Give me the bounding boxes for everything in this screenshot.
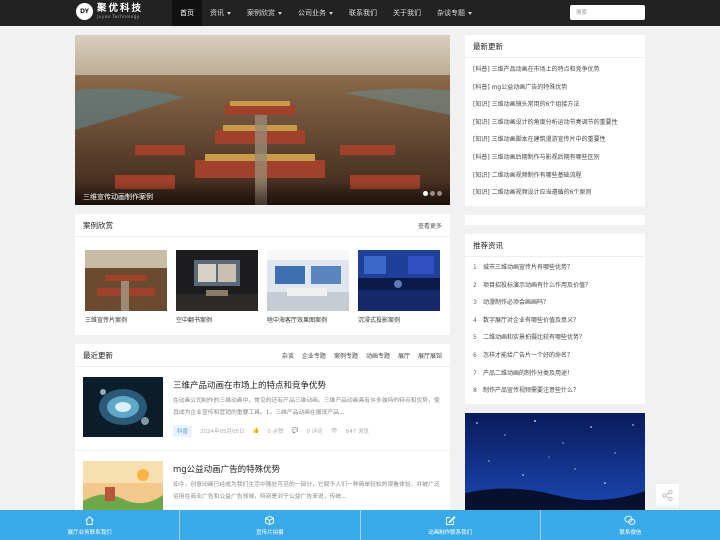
list-item[interactable]: 4 数字展厅对企业有哪些价值及意义？: [473, 312, 637, 330]
latest-list: [科普] 三维产品动画在市场上的特点和竞争优势 [科普] mg公益动画广告的特殊…: [465, 58, 645, 202]
home-icon: [85, 515, 94, 525]
category-tabs: 杂谈 企业专题 案例专题 动画专题 展厅 展厅展馆: [282, 351, 442, 360]
carousel-dots: [423, 191, 442, 196]
sidebar-divider-panel: [465, 215, 645, 225]
carousel-dot[interactable]: [437, 191, 442, 196]
brand-tagline: Juyou Technology: [97, 14, 140, 19]
search-input[interactable]: [570, 5, 645, 20]
list-item[interactable]: [科普] mg公益动画广告的特殊优势: [473, 79, 637, 97]
banner-carousel[interactable]: 三维宣传动画制作案例: [75, 35, 450, 205]
caret-down-icon: [468, 11, 472, 15]
case-card[interactable]: 啥中海客厅效果图案例: [267, 250, 349, 324]
case-card[interactable]: 三维宣传片案例: [85, 250, 167, 324]
post-tag[interactable]: 科普: [173, 425, 193, 437]
post-comments: 0 评论: [306, 429, 323, 435]
logo-mark-icon: DY: [76, 3, 93, 20]
cases-title: 案例欣赏: [83, 220, 113, 230]
post-likes: 0 点赞: [267, 429, 284, 435]
list-item[interactable]: [知识] 三维动画镜头常用的6个组接方法: [473, 96, 637, 114]
cases-panel: 案例欣赏 查看更多 三维宣传片案例 空中翻书案例 啥中海客厅效果图案例 沉浸式投…: [75, 214, 450, 335]
starry-sky-image: [465, 413, 645, 513]
tab-exhibition-hall[interactable]: 展厅展馆: [418, 351, 442, 360]
list-item[interactable]: 3 动漫制作必须会画画吗？: [473, 294, 637, 312]
brand-name: 聚优科技: [97, 3, 144, 14]
nav-item-news[interactable]: 资讯: [202, 0, 239, 26]
nav-item-business[interactable]: 公司业务: [290, 0, 341, 26]
tab-zatan[interactable]: 杂谈: [282, 351, 294, 360]
case-thumbnail: [85, 250, 167, 311]
list-item[interactable]: 7 产品二维动画的制作分类及用途！: [473, 365, 637, 383]
post-title[interactable]: 三维产品动画在市场上的特点和竞争优势: [173, 379, 442, 391]
recommend-title: 推荐资讯: [473, 240, 503, 250]
post-date: 2024年05月05日: [200, 429, 245, 435]
case-card[interactable]: 沉浸式投影案例: [358, 250, 440, 324]
recent-panel: 最近更新 杂谈 企业专题 案例专题 动画专题 展厅 展厅展馆 三维产品动画在市场…: [75, 344, 450, 514]
tab-exhibition[interactable]: 展厅: [398, 351, 410, 360]
top-navbar: DY 聚优科技 Juyou Technology 首页 资讯 案例欣赏 公司业务…: [0, 0, 720, 26]
caret-down-icon: [278, 11, 282, 15]
tab-enterprise[interactable]: 企业专题: [302, 351, 326, 360]
case-thumbnail: [267, 250, 349, 311]
list-item[interactable]: [知识] 三维动画脚本在建筑漫游宣传片中的重要性: [473, 131, 637, 149]
case-thumbnail: [358, 250, 440, 311]
sidebar-ad[interactable]: [465, 413, 645, 513]
nav-item-about[interactable]: 关于我们: [385, 0, 429, 26]
bottombar-item-wechat[interactable]: 联系微信: [541, 510, 720, 540]
list-item[interactable]: [知识] 三维动画设计的角度分析运动节奏调节的重要性: [473, 114, 637, 132]
nav-item-cases[interactable]: 案例欣赏: [239, 0, 290, 26]
list-item[interactable]: 6 怎样才能给广告片一个好的命名？: [473, 347, 637, 365]
post-item[interactable]: mg公益动画广告的特殊优势 如今，创意动画已经成为我们生活中随处可见的一部分，它…: [75, 451, 450, 514]
carousel-dot[interactable]: [430, 191, 435, 196]
cube-icon: [265, 515, 275, 525]
recent-title: 最近更新: [83, 350, 113, 360]
carousel-dot[interactable]: [423, 191, 428, 196]
comment-icon: 💬: [291, 428, 299, 434]
list-item[interactable]: 2 项目招投标演示动画有什么作用及价值？: [473, 277, 637, 295]
latest-panel: 最新更新 [科普] 三维产品动画在市场上的特点和竞争优势 [科普] mg公益动画…: [465, 35, 645, 206]
nav-item-home[interactable]: 首页: [172, 0, 202, 26]
share-icon: [662, 490, 673, 501]
share-button[interactable]: [655, 483, 680, 508]
nav-item-contact[interactable]: 联系我们: [341, 0, 385, 26]
post-meta: 科普 2024年05月05日 👍 0 点赞 💬 0 评论 👁 647 浏览: [173, 425, 442, 437]
list-item[interactable]: 1 城市三维动画宣传片有哪些优势？: [473, 259, 637, 277]
post-views: 647 浏览: [345, 429, 369, 435]
post-thumbnail: [83, 461, 163, 514]
list-item[interactable]: 5 二维动画和实景拍摄比较有哪些优势？: [473, 329, 637, 347]
view-more-link[interactable]: 查看更多: [418, 221, 442, 230]
post-excerpt: 在动画公司制作的三维动画中，常见的还有产品三维动画。三维产品动画具有许多独特的特…: [173, 398, 440, 416]
list-item[interactable]: 8 制作产品宣传视频需要注意些什么？: [473, 382, 637, 400]
main-nav: 首页 资讯 案例欣赏 公司业务 联系我们 关于我们 杂谈专题: [172, 0, 480, 26]
eye-icon: 👁: [330, 428, 338, 434]
recommend-list: 1 城市三维动画宣传片有哪些优势？ 2 项目招投标演示动画有什么作用及价值？ 3 动漫…: [465, 257, 645, 400]
list-item[interactable]: [知识] 二维动画视频制作有哪些基础流程: [473, 167, 637, 185]
banner-caption: 三维宣传动画制作案例: [75, 181, 450, 205]
bottombar-item-filming[interactable]: 宣传片拍摄: [180, 510, 361, 540]
wechat-icon: [624, 515, 636, 525]
post-title[interactable]: mg公益动画广告的特殊优势: [173, 463, 442, 475]
list-item[interactable]: [科普] 三维产品动画在市场上的特点和竞争优势: [473, 61, 637, 79]
caret-down-icon: [329, 11, 333, 15]
case-card[interactable]: 空中翻书案例: [176, 250, 258, 324]
tab-cases[interactable]: 案例专题: [334, 351, 358, 360]
post-excerpt: 如今，创意动画已经成为我们生活中随处可见的一部分，它赋予人们一种简单轻松的观看体…: [173, 482, 440, 500]
brand-logo[interactable]: DY 聚优科技 Juyou Technology: [76, 3, 143, 20]
bottom-contact-bar: 展厅业务联系我们 宣传片拍摄 动画制作联系我们 联系微信: [0, 510, 720, 540]
case-thumbnail: [176, 250, 258, 311]
list-item[interactable]: [知识] 二维动画视频设计应当遵循的6个原则: [473, 184, 637, 202]
caret-down-icon: [227, 11, 231, 15]
bottombar-item-exhibition[interactable]: 展厅业务联系我们: [0, 510, 181, 540]
thumb-up-icon: 👍: [252, 428, 260, 434]
recommend-panel: 推荐资讯 1 城市三维动画宣传片有哪些优势？ 2 项目招投标演示动画有什么作用及价值…: [465, 234, 645, 404]
edit-icon: [445, 515, 456, 525]
list-item[interactable]: [科普] 三维动画后期制作与影视后期有哪些区别: [473, 149, 637, 167]
tab-animation[interactable]: 动画专题: [366, 351, 390, 360]
latest-title: 最新更新: [473, 41, 503, 51]
post-thumbnail: [83, 377, 163, 437]
bottombar-item-animation[interactable]: 动画制作联系我们: [361, 510, 541, 540]
banner-image: [75, 35, 450, 205]
post-item[interactable]: 三维产品动画在市场上的特点和竞争优势 在动画公司制作的三维动画中，常见的还有产品…: [75, 367, 450, 451]
nav-item-topics[interactable]: 杂谈专题: [429, 0, 480, 26]
